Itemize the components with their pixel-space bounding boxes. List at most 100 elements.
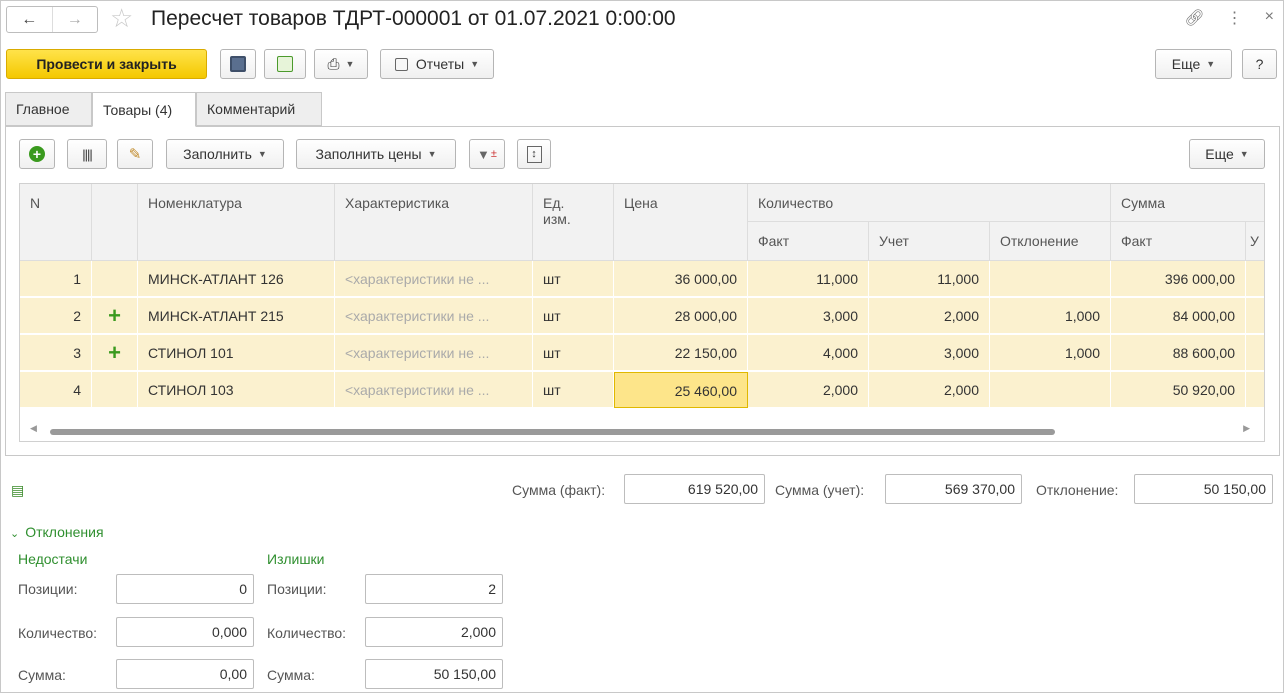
column-header-characteristic[interactable]: Характеристика [335, 184, 533, 261]
filter-button[interactable]: ▼ ± [469, 139, 505, 169]
tab-comment[interactable]: Комментарий [196, 92, 322, 126]
cell-qty-account: 3,000 [869, 335, 990, 371]
edit-document-icon[interactable]: ▤ [11, 482, 24, 499]
cell-nomenclature[interactable]: МИНСК-АТЛАНТ 215 [138, 298, 335, 334]
sum-account-field[interactable]: 569 370,00 [885, 474, 1022, 504]
cell-n: 2 [20, 298, 92, 334]
add-row-button[interactable]: + [19, 139, 55, 169]
barcode-button[interactable]: |||| [67, 139, 107, 169]
column-header-sum-fact[interactable]: Факт [1111, 222, 1246, 261]
cell-price[interactable]: 28 000,00 [614, 298, 748, 334]
link-icon[interactable]: 🔗︎ [1184, 8, 1204, 28]
favorite-star-icon[interactable]: ☆ [110, 4, 133, 32]
cell-nomenclature[interactable]: МИНСК-АТЛАНТ 126 [138, 261, 335, 297]
edit-button[interactable]: ✎ [117, 139, 153, 169]
fill-button[interactable]: Заполнить ▼ [166, 139, 284, 169]
more-vert-icon[interactable]: ⋮ [1227, 8, 1243, 28]
cell-qty-deviation [990, 372, 1111, 408]
cell-unit[interactable]: шт [533, 372, 614, 408]
column-header-price[interactable]: Цена [614, 184, 748, 261]
scroll-left-icon[interactable]: ◀ [30, 423, 37, 434]
shortage-sum-field[interactable]: 0,00 [116, 659, 254, 689]
sum-account-label: Сумма (учет): [775, 482, 865, 498]
forward-arrow-icon[interactable]: → [51, 7, 98, 32]
surplus-plus-icon: + [92, 298, 138, 334]
scrollbar-thumb[interactable] [50, 429, 1055, 435]
table-more-button[interactable]: Еще ▼ [1189, 139, 1265, 169]
column-header-unit[interactable]: Ед. изм. [533, 184, 614, 261]
shortage-quantity-field[interactable]: 0,000 [116, 617, 254, 647]
cell-qty-fact[interactable]: 3,000 [748, 298, 869, 334]
shortage-positions-field[interactable]: 0 [116, 574, 254, 604]
cell-price-selected[interactable]: 25 460,00 [614, 372, 748, 408]
column-header-qty-deviation[interactable]: Отклонение [990, 222, 1111, 261]
cell-unit[interactable]: шт [533, 335, 614, 371]
table-row[interactable]: 4 СТИНОЛ 103 <характеристики не ... шт 2… [20, 372, 1264, 408]
fill-label: Заполнить [183, 146, 252, 162]
cell-sum-fact: 88 600,00 [1111, 335, 1246, 371]
surplus-quantity-label: Количество: [267, 625, 347, 641]
surplus-plus-icon: + [92, 335, 138, 371]
cell-qty-fact[interactable]: 11,000 [748, 261, 869, 297]
shortage-sum-label: Сумма: [18, 667, 66, 683]
reports-button[interactable]: Отчеты ▼ [380, 49, 494, 79]
cell-mark [92, 372, 138, 408]
more-button[interactable]: Еще ▼ [1155, 49, 1232, 79]
surplus-quantity-field[interactable]: 2,000 [365, 617, 503, 647]
surplus-positions-field[interactable]: 2 [365, 574, 503, 604]
column-header-mark [92, 184, 138, 261]
fill-prices-button[interactable]: Заполнить цены ▼ [296, 139, 456, 169]
column-header-n[interactable]: N [20, 184, 92, 261]
cell-characteristic[interactable]: <характеристики не ... [335, 298, 533, 334]
add-circle-icon: + [29, 146, 45, 162]
save-button[interactable] [220, 49, 256, 79]
deviations-group-title: Отклонения [25, 524, 104, 540]
help-button[interactable]: ? [1242, 49, 1277, 79]
column-header-quantity: Количество [748, 184, 1111, 222]
column-header-qty-fact[interactable]: Факт [748, 222, 869, 261]
tab-goods[interactable]: Товары (4) [92, 92, 196, 127]
column-header-qty-account[interactable]: Учет [869, 222, 990, 261]
sum-fact-field[interactable]: 619 520,00 [624, 474, 765, 504]
surplus-sum-field[interactable]: 50 150,00 [365, 659, 503, 689]
cell-nomenclature[interactable]: СТИНОЛ 103 [138, 372, 335, 408]
print-button[interactable]: ⎙ ▼ [314, 49, 368, 79]
tab-main[interactable]: Главное [5, 92, 92, 126]
document-title: Пересчет товаров ТДРТ-000001 от 01.07.20… [151, 7, 676, 30]
shortages-title: Недостачи [18, 551, 88, 567]
deviations-group-toggle[interactable]: ⌄ Отклонения [10, 524, 104, 540]
back-arrow-icon[interactable]: ← [7, 7, 52, 32]
cell-unit[interactable]: шт [533, 261, 614, 297]
surpluses-title: Излишки [267, 551, 325, 567]
table-row[interactable]: 3 + СТИНОЛ 101 <характеристики не ... шт… [20, 335, 1264, 371]
table-row[interactable]: 2 + МИНСК-АТЛАНТ 215 <характеристики не … [20, 298, 1264, 334]
fill-prices-label: Заполнить цены [315, 146, 422, 162]
expand-vertical-icon: ↕ [526, 145, 542, 163]
surplus-sum-label: Сумма: [267, 667, 315, 683]
cell-characteristic[interactable]: <характеристики не ... [335, 372, 533, 408]
column-header-nomenclature[interactable]: Номенклатура [138, 184, 335, 261]
cell-characteristic[interactable]: <характеристики не ... [335, 335, 533, 371]
horizontal-scrollbar[interactable]: ◀ ▶ [20, 422, 1264, 440]
chevron-down-icon: ▼ [427, 149, 437, 159]
deviation-label: Отклонение: [1036, 482, 1119, 498]
cell-qty-deviation [990, 261, 1111, 297]
row-height-button[interactable]: ↕ [517, 139, 551, 169]
scroll-right-icon[interactable]: ▶ [1243, 423, 1250, 434]
goods-table: N Номенклатура Характеристика Ед. изм. Ц… [19, 183, 1265, 442]
post-and-close-button[interactable]: Провести и закрыть [6, 49, 207, 79]
cell-price[interactable]: 22 150,00 [614, 335, 748, 371]
chevron-down-icon: ▼ [1239, 149, 1249, 159]
column-header-sum-account[interactable]: У [1246, 222, 1264, 261]
deviation-field[interactable]: 50 150,00 [1134, 474, 1273, 504]
cell-n: 3 [20, 335, 92, 371]
cell-characteristic[interactable]: <характеристики не ... [335, 261, 533, 297]
cell-qty-fact[interactable]: 4,000 [748, 335, 869, 371]
table-row[interactable]: 1 МИНСК-АТЛАНТ 126 <характеристики не ..… [20, 261, 1264, 297]
post-button[interactable] [264, 49, 306, 79]
cell-qty-fact[interactable]: 2,000 [748, 372, 869, 408]
cell-price[interactable]: 36 000,00 [614, 261, 748, 297]
close-icon[interactable]: × [1265, 8, 1274, 28]
cell-unit[interactable]: шт [533, 298, 614, 334]
cell-nomenclature[interactable]: СТИНОЛ 101 [138, 335, 335, 371]
